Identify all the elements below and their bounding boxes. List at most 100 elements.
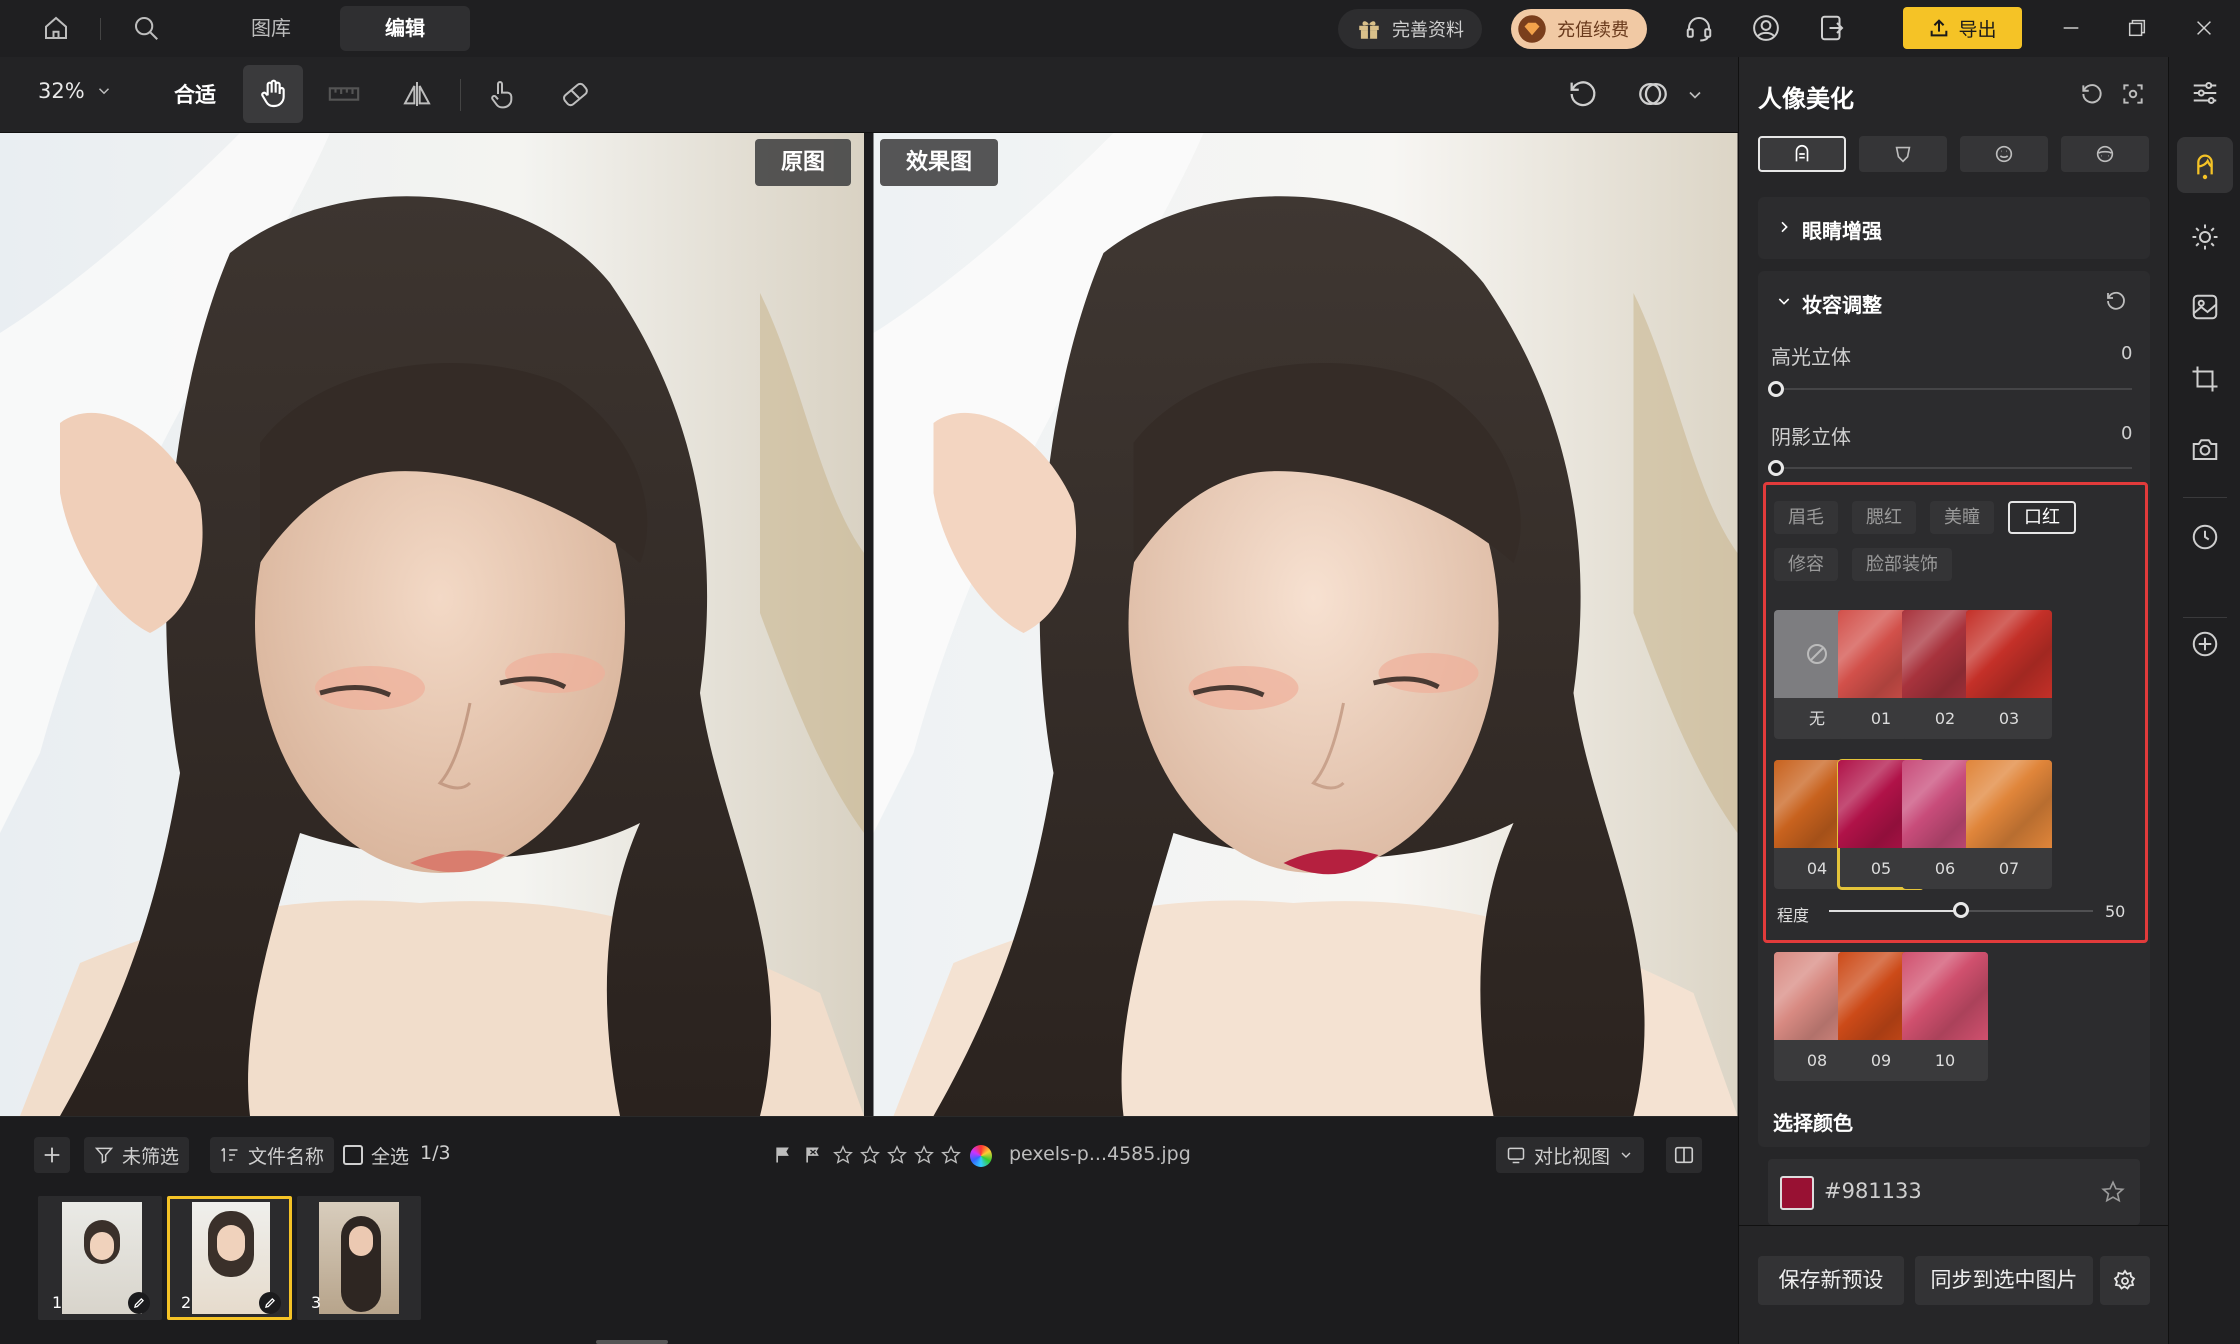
chip-face-decoration[interactable]: 脸部装饰 [1852,548,1952,581]
star-icon[interactable] [832,1144,854,1166]
thumbnail-3[interactable]: 3 [297,1196,421,1320]
zoom-value: 32% [38,79,85,103]
chip-contour[interactable]: 修容 [1774,548,1838,581]
shadow-slider-knob[interactable] [1768,460,1784,476]
image-retouch-icon[interactable] [2181,283,2229,331]
shadow-slider-track[interactable] [1776,467,2132,469]
restore-window-icon[interactable] [2119,10,2155,46]
portrait-beauty-icon[interactable] [2181,141,2229,189]
thumbnail-1[interactable]: 1 [38,1196,162,1320]
save-preset-button[interactable]: 保存新预设 [1758,1256,1904,1305]
tab-makeup[interactable] [2061,136,2149,172]
touch-tool-icon[interactable] [472,65,532,123]
sort-button[interactable]: 文件名称 [210,1137,335,1173]
eraser-icon[interactable] [545,65,605,123]
reset-icon[interactable] [2079,81,2105,107]
split-view-icon[interactable] [1666,1137,1702,1173]
highlight-slider-knob[interactable] [1768,381,1784,397]
highlight-slider-track[interactable] [1776,388,2132,390]
star-icon[interactable] [886,1144,908,1166]
original-image[interactable]: 原图 [0,133,864,1116]
flag-icon[interactable] [773,1145,793,1165]
select-all-checkbox[interactable] [343,1145,363,1165]
tab-library[interactable]: 图库 [206,6,336,51]
color-label-icon[interactable] [970,1145,992,1167]
diamond-icon [1517,14,1547,44]
chevron-down-icon[interactable] [1685,85,1705,105]
history-clock-icon[interactable] [2181,513,2229,561]
star-icon[interactable] [2100,1179,2126,1205]
tab-features[interactable] [1960,136,2048,172]
color-preview-chip[interactable] [1780,1176,1814,1210]
crop-icon[interactable] [2181,355,2229,403]
fit-button[interactable]: 合适 [174,79,216,109]
hand-tool-icon[interactable] [243,65,303,123]
lipstick-swatch-03[interactable]: 03 [1966,610,2052,739]
chip-blush[interactable]: 腮红 [1852,501,1916,534]
selection-count: 1/3 [420,1142,451,1164]
sign-out-icon[interactable] [1814,10,1850,46]
chip-eyebrow[interactable]: 眉毛 [1774,501,1838,534]
camera-icon[interactable] [2181,425,2229,473]
tab-edit[interactable]: 编辑 [340,6,470,51]
highlight-value: 0 [2121,343,2133,364]
eye-enhance-title: 眼睛增强 [1802,219,1882,243]
support-headset-icon[interactable] [1681,10,1717,46]
star-icon[interactable] [913,1144,935,1166]
color-hex-value[interactable]: #981133 [1824,1179,1922,1203]
lipstick-swatch-07[interactable]: 07 [1966,760,2052,889]
adjust-sliders-icon[interactable] [2181,69,2229,117]
close-icon[interactable] [2186,10,2222,46]
add-button[interactable] [34,1137,70,1173]
lipstick-swatch-10[interactable]: 10 [1902,952,1988,1081]
color-field[interactable]: #981133 [1768,1159,2140,1225]
reject-flag-icon[interactable] [803,1145,823,1165]
degree-slider-knob[interactable] [1953,902,1969,918]
face-scan-icon[interactable] [2120,81,2146,107]
filmstrip-scrollbar[interactable] [596,1340,668,1344]
degree-label: 程度 [1777,906,1810,925]
user-avatar-icon[interactable] [1748,10,1784,46]
export-label: 导出 [1958,18,1997,41]
tab-face-shape[interactable] [1859,136,1947,172]
smile-icon [1995,145,2013,163]
split-divider[interactable] [864,133,873,1116]
undo-reset-icon[interactable] [1553,65,1613,123]
sync-selected-button[interactable]: 同步到选中图片 [1915,1256,2093,1305]
thumbnail-face [217,1225,245,1261]
star-icon[interactable] [859,1144,881,1166]
filter-label: 未筛选 [122,1145,180,1168]
swatch-label: 07 [1998,859,2020,878]
filter-button[interactable]: 未筛选 [84,1137,190,1173]
mirror-flip-icon[interactable] [387,65,447,123]
recharge-label: 充值续费 [1557,20,1629,41]
zoom-dropdown[interactable]: 32% [38,79,113,103]
search-icon[interactable] [128,10,164,46]
star-icon[interactable] [940,1144,962,1166]
thumbnail-face [349,1226,373,1256]
ruler-icon[interactable] [314,65,374,123]
home-icon[interactable] [38,10,74,46]
monitor-icon [1507,1147,1525,1164]
rating-stars[interactable] [832,1144,962,1166]
tab-face-skin[interactable] [1758,136,1846,172]
reset-icon[interactable] [2104,289,2128,313]
effect-image[interactable]: 效果图 [873,133,1738,1116]
compare-view-dropdown[interactable]: 对比视图 [1496,1137,1645,1173]
complete-profile-button[interactable]: 完善资料 [1338,9,1482,49]
compare-overlay-icon[interactable] [1623,65,1683,123]
swatch-color [1902,952,1988,1040]
chip-contact-lens[interactable]: 美瞳 [1930,501,1994,534]
light-sun-icon[interactable] [2181,213,2229,261]
chip-lipstick[interactable]: 口红 [2008,501,2076,534]
recharge-button[interactable]: 充值续费 [1511,9,1647,49]
thumbnail-2[interactable]: 2 [167,1196,292,1320]
gear-icon[interactable] [2100,1256,2150,1305]
minimize-icon[interactable] [2053,10,2089,46]
divider [2183,497,2227,498]
eye-enhance-section[interactable]: 眼睛增强 [1758,197,2150,259]
export-button[interactable]: 导出 [1903,7,2022,49]
effect-label: 效果图 [880,139,999,186]
chevron-down-icon[interactable] [1774,293,1794,309]
add-circle-icon[interactable] [2181,620,2229,668]
